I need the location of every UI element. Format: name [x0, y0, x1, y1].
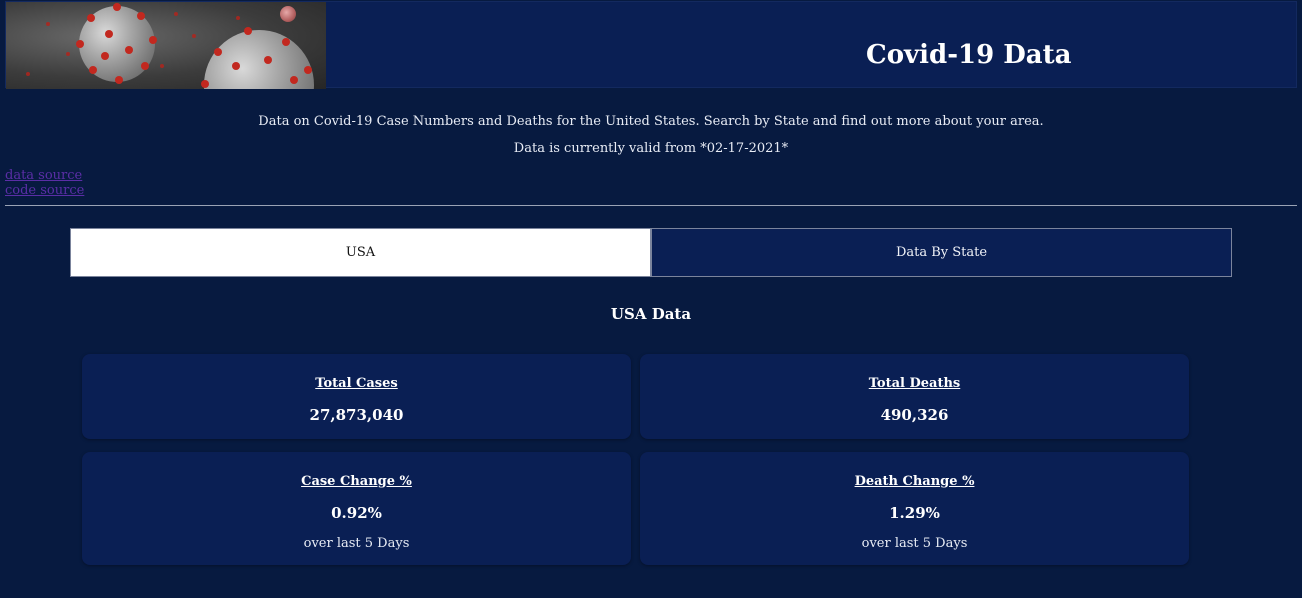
- page-title: Covid-19 Data: [866, 40, 1072, 70]
- total-cases-card: Total Cases 27,873,040: [82, 354, 631, 439]
- divider: [5, 205, 1297, 206]
- total-cases-value: 27,873,040: [309, 406, 404, 424]
- source-links: data source code source: [5, 168, 84, 198]
- death-change-card: Death Change % 1.29% over last 5 Days: [640, 452, 1189, 565]
- virus-particle-illustration: [76, 3, 157, 84]
- total-cases-label: Total Cases: [315, 376, 398, 391]
- death-change-period: over last 5 Days: [861, 536, 968, 551]
- data-source-link[interactable]: data source: [5, 168, 84, 183]
- code-source-link[interactable]: code source: [5, 183, 84, 198]
- tab-usa[interactable]: USA: [70, 228, 651, 277]
- case-change-card: Case Change % 0.92% over last 5 Days: [82, 452, 631, 565]
- section-title: USA Data: [610, 305, 692, 323]
- data-valid-date: Data is currently valid from *02-17-2021…: [513, 141, 789, 156]
- death-change-value: 1.29%: [889, 504, 940, 522]
- case-change-period: over last 5 Days: [303, 536, 410, 551]
- death-change-label: Death Change %: [854, 474, 975, 489]
- total-deaths-card: Total Deaths 490,326: [640, 354, 1189, 439]
- header-banner: Covid-19 Data: [5, 1, 1297, 89]
- tab-data-by-state[interactable]: Data By State: [651, 228, 1232, 277]
- virus-particle-illustration: [280, 6, 296, 22]
- case-change-label: Case Change %: [301, 474, 412, 489]
- intro-description: Data on Covid-19 Case Numbers and Deaths…: [258, 114, 1044, 129]
- virus-particle-illustration: [201, 27, 314, 89]
- total-deaths-label: Total Deaths: [868, 376, 961, 391]
- case-change-value: 0.92%: [331, 504, 382, 522]
- view-tabs: USA Data By State: [70, 228, 1232, 277]
- coronavirus-hero-image: [6, 2, 326, 89]
- total-deaths-value: 490,326: [880, 406, 949, 424]
- page: Covid-19 Data Data on Covid-19 Case Numb…: [0, 0, 1302, 598]
